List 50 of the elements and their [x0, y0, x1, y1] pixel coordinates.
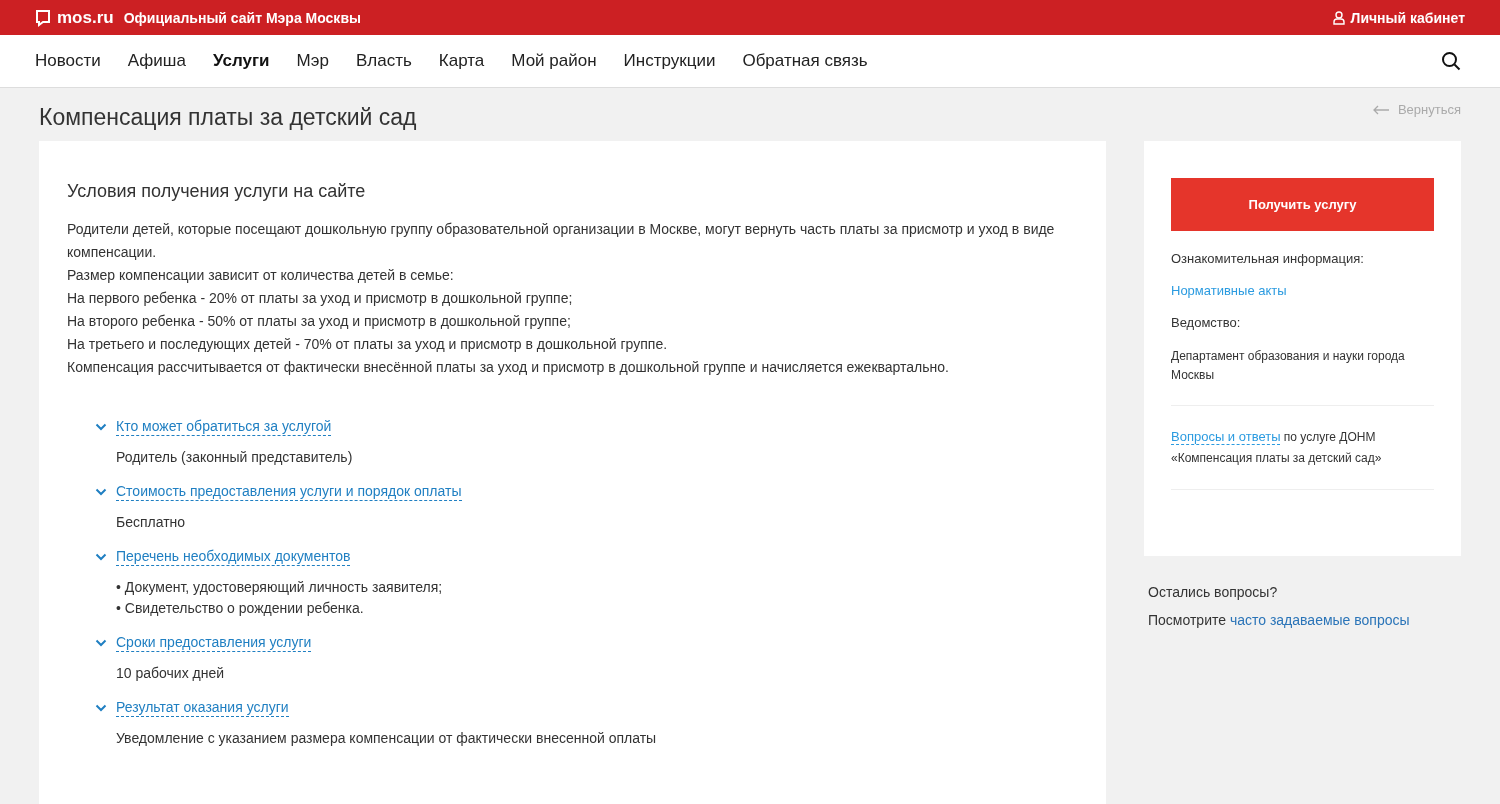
agency-name: Департамент образования и науки города Москвы [1171, 348, 1406, 384]
info-label: Ознакомительная информация: [1171, 251, 1365, 266]
nav-link[interactable]: Афиша [127, 51, 186, 71]
intro-text: На второго ребенка - 50% от платы за уход и присмотр в дошкольной группе; [67, 312, 572, 331]
intro-text: На первого ребенка - 20% от платы за уход и присмотр в дошкольной группе; [67, 289, 574, 308]
help-question: Остались вопросы? [1148, 584, 1279, 600]
accordion-link[interactable]: Кто может обратиться за услугой [116, 417, 332, 436]
accordion-text: Родитель (законный представитель) [116, 448, 354, 467]
nav-link[interactable]: Мой район [511, 51, 597, 71]
nav-link[interactable]: Карта [438, 51, 485, 71]
user-icon [1332, 10, 1345, 25]
chevron-icon[interactable] [95, 638, 107, 647]
accordion-text: • Документ, удостоверяющий личность заявителя; [116, 578, 444, 597]
section-heading: Условия получения услуги на сайте [67, 181, 367, 202]
intro-text: Размер компенсации зависит от количества детей в семье: [67, 266, 455, 285]
intro-text: На третьего и последующих детей - 70% от платы за уход и присмотр в дошкольной группе. [67, 335, 669, 354]
chevron-icon[interactable] [95, 552, 107, 561]
faq-text: Вопросы и ответы по услуге ДОНМ «Компенсация платы за детский сад» [1171, 428, 1383, 467]
chevron-icon[interactable] [95, 422, 107, 431]
site-logo[interactable]: mos.ru [57, 7, 114, 28]
nav-link[interactable]: Инструкции [623, 51, 716, 71]
help-text: Посмотрите часто задаваемые вопросы [1148, 612, 1411, 628]
accordion-text: • Свидетельство о рождении ребенка. [116, 599, 365, 618]
intro-text: Компенсация рассчитывается от фактически внесённой платы за уход и присмотр в дошкольной группе и начисляется ежеквартально. [67, 358, 950, 377]
chevron-icon[interactable] [95, 487, 107, 496]
agency-label: Ведомство: [1171, 315, 1242, 330]
accordion-link[interactable]: Перечень необходимых документов [116, 547, 351, 566]
nav-link[interactable]: Мэр [296, 51, 329, 71]
faq-page-link[interactable]: часто задаваемые вопросы [1229, 612, 1410, 628]
accordion-link[interactable]: Стоимость предоставления услуги и порядок оплаты [116, 482, 462, 501]
accordion-link[interactable]: Результат оказания услуги [116, 698, 289, 717]
left-arrow-icon [1371, 104, 1390, 115]
intro-text: Родители детей, которые посещают дошкольную группу образовательной организации в Москве, могут вернуть часть платы за присмотр и уход в виде компенсации. [67, 220, 1056, 262]
search-icon[interactable] [1441, 51, 1461, 71]
accordion-text: Уведомление с указанием размера компенсации от фактически внесенной оплаты [116, 729, 658, 748]
documents-link[interactable]: Нормативные акты [1171, 283, 1434, 298]
nav-link[interactable]: Власть [355, 51, 412, 71]
nav-link[interactable]: Обратная связь [742, 51, 868, 71]
chevron-icon[interactable] [95, 703, 107, 712]
faq-link[interactable]: Вопросы и ответы [1171, 429, 1281, 445]
page-title: Компенсация платы за детский сад [39, 104, 417, 131]
nav-link[interactable]: Новости [35, 51, 101, 71]
account-link[interactable]: Личный кабинет [1332, 9, 1465, 26]
accordion-link[interactable]: Сроки предоставления услуги [116, 633, 312, 652]
accordion-text: 10 рабочих дней [116, 664, 226, 683]
accordion-text: Бесплатно [116, 513, 187, 532]
nav-link[interactable]: Услуги [212, 51, 270, 71]
get-service-button[interactable]: Получить услугу [1171, 178, 1434, 231]
speech-bubble-icon [35, 8, 51, 27]
site-title: Официальный сайт Мэра Москвы [123, 9, 361, 26]
